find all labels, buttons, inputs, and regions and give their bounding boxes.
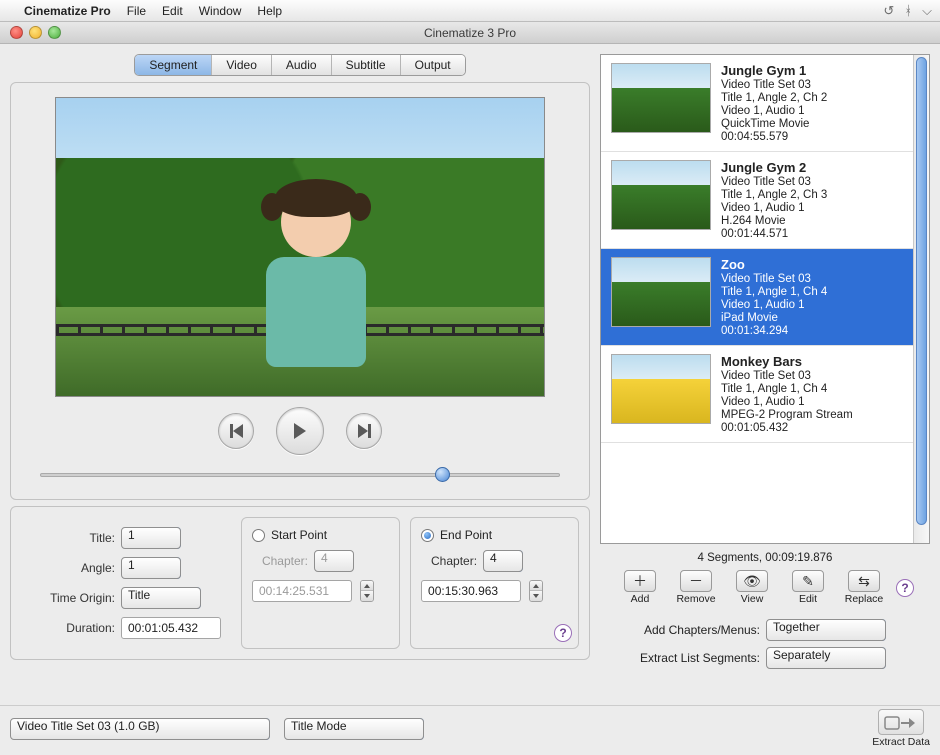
duration-value: 00:01:05.432: [121, 617, 221, 639]
extract-list-label: Extract List Segments:: [600, 651, 760, 665]
bottom-bar: Video Title Set 03 (1.0 GB) Title Mode E…: [0, 705, 940, 755]
end-time-stepper[interactable]: [529, 580, 543, 602]
start-time-stepper[interactable]: [360, 580, 374, 602]
segment-item[interactable]: Jungle Gym 2Video Title Set 03Title 1, A…: [601, 152, 913, 249]
window-titlebar[interactable]: Cinematize 3 Pro: [0, 22, 940, 44]
scrub-thumb[interactable]: [435, 467, 450, 482]
add-button[interactable]: ＋Add: [616, 570, 664, 605]
toolbar-help-button[interactable]: ?: [896, 579, 914, 597]
extract-icon: [878, 709, 924, 735]
app-menu[interactable]: Cinematize Pro: [24, 4, 111, 18]
add-chapters-label: Add Chapters/Menus:: [600, 623, 760, 637]
start-point-radio[interactable]: [252, 529, 265, 542]
segment-thumbnail: [611, 160, 711, 230]
tab-video[interactable]: Video: [212, 55, 271, 75]
start-chapter-label: Chapter:: [252, 554, 308, 568]
play-button[interactable]: [276, 407, 324, 455]
time-origin-select[interactable]: Title: [121, 587, 201, 609]
extract-data-label: Extract Data: [872, 736, 930, 748]
edit-button[interactable]: ✎Edit: [784, 570, 832, 605]
segment-meta: Monkey BarsVideo Title Set 03Title 1, An…: [721, 354, 853, 434]
start-chapter-select[interactable]: 4: [314, 550, 354, 572]
video-preview[interactable]: [55, 97, 545, 397]
segment-thumbnail: [611, 63, 711, 133]
replace-button[interactable]: ⇆Replace: [840, 570, 888, 605]
menu-edit[interactable]: Edit: [162, 4, 183, 18]
add-chapters-select[interactable]: Together: [766, 619, 886, 641]
angle-select[interactable]: 1: [121, 557, 181, 579]
transport-controls: [218, 407, 382, 455]
help-button[interactable]: ?: [554, 624, 572, 642]
title-select[interactable]: 1: [121, 527, 181, 549]
end-chapter-label: Chapter:: [421, 554, 477, 568]
segment-controls: Title: 1 Angle: 1 Time Origin: Title Dur…: [10, 506, 590, 660]
segment-item[interactable]: Jungle Gym 1Video Title Set 03Title 1, A…: [601, 55, 913, 152]
end-chapter-select[interactable]: 4: [483, 550, 523, 572]
segment-thumbnail: [611, 354, 711, 424]
list-scrollbar[interactable]: [913, 55, 929, 543]
next-chapter-button[interactable]: [346, 413, 382, 449]
end-point-label: End Point: [440, 528, 492, 542]
duration-label: Duration:: [31, 621, 115, 635]
segment-item[interactable]: Monkey BarsVideo Title Set 03Title 1, An…: [601, 346, 913, 443]
time-machine-icon[interactable]: ↺: [883, 3, 894, 19]
tab-output[interactable]: Output: [401, 55, 465, 75]
angle-label: Angle:: [31, 561, 115, 575]
app-window: Cinematize 3 Pro Segment Video Audio Sub…: [0, 22, 940, 755]
extract-list-select[interactable]: Separately: [766, 647, 886, 669]
segment-title: Jungle Gym 1: [721, 63, 827, 78]
tab-segment[interactable]: Segment: [135, 55, 212, 75]
main-tabs: Segment Video Audio Subtitle Output: [134, 54, 465, 76]
remove-button[interactable]: －Remove: [672, 570, 720, 605]
time-origin-label: Time Origin:: [31, 591, 115, 605]
segment-meta: Jungle Gym 2Video Title Set 03Title 1, A…: [721, 160, 827, 240]
scrub-slider[interactable]: [40, 465, 560, 483]
segments-summary: 4 Segments, 00:09:19.876: [600, 548, 930, 566]
menu-file[interactable]: File: [127, 4, 146, 18]
extract-data-button[interactable]: Extract Data: [872, 709, 930, 748]
segments-list[interactable]: Jungle Gym 1Video Title Set 03Title 1, A…: [601, 55, 913, 543]
segment-meta: Jungle Gym 1Video Title Set 03Title 1, A…: [721, 63, 827, 143]
start-point-label: Start Point: [271, 528, 327, 542]
segment-title: Jungle Gym 2: [721, 160, 827, 175]
system-menubar: Cinematize Pro File Edit Window Help ↺ ᚼ…: [0, 0, 940, 22]
view-button[interactable]: 👁View: [728, 570, 776, 605]
wifi-icon[interactable]: ⌵: [922, 3, 932, 19]
segments-toolbar: ＋Add －Remove 👁View ✎Edit ⇆Replace ?: [600, 570, 930, 605]
menu-window[interactable]: Window: [199, 4, 242, 18]
bluetooth-icon[interactable]: ᚼ: [904, 3, 912, 19]
title-set-select[interactable]: Video Title Set 03 (1.0 GB): [10, 718, 270, 740]
prev-chapter-button[interactable]: [218, 413, 254, 449]
menu-help[interactable]: Help: [257, 4, 282, 18]
end-time-field[interactable]: 00:15:30.963: [421, 580, 521, 602]
segments-list-frame: Jungle Gym 1Video Title Set 03Title 1, A…: [600, 54, 930, 544]
start-time-field[interactable]: 00:14:25.531: [252, 580, 352, 602]
segment-title: Zoo: [721, 257, 827, 272]
window-title: Cinematize 3 Pro: [0, 26, 940, 40]
segment-thumbnail: [611, 257, 711, 327]
tab-subtitle[interactable]: Subtitle: [332, 55, 401, 75]
title-mode-select[interactable]: Title Mode: [284, 718, 424, 740]
end-point-radio[interactable]: [421, 529, 434, 542]
segment-title: Monkey Bars: [721, 354, 853, 369]
tab-audio[interactable]: Audio: [272, 55, 332, 75]
segment-meta: ZooVideo Title Set 03Title 1, Angle 1, C…: [721, 257, 827, 337]
segment-item[interactable]: ZooVideo Title Set 03Title 1, Angle 1, C…: [601, 249, 913, 346]
preview-panel: [10, 82, 590, 500]
title-label: Title:: [31, 531, 115, 545]
